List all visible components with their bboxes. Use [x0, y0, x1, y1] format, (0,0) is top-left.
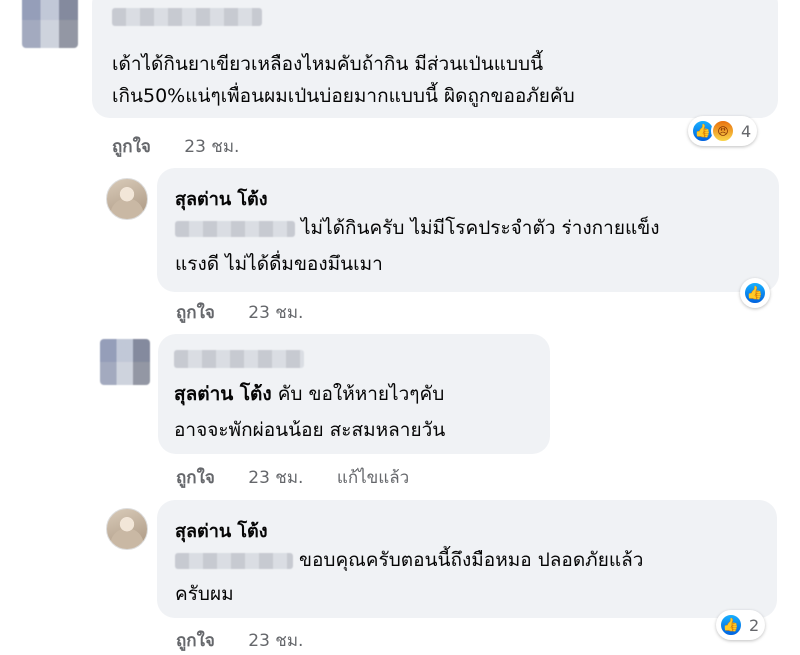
like-link[interactable]: ถูกใจ [176, 468, 215, 488]
comment-text: ขอบคุณครับตอนนี้ถึงมือหมอ ปลอดภัยแล้ว [175, 544, 643, 576]
reaction-summary[interactable]: 👍 [740, 278, 770, 308]
comment-text: ไม่ได้กินครับ ไม่มีโรคประจำตัว ร่างกายแข… [175, 212, 660, 244]
comment-actions: ถูกใจ 23 ชม. แก้ไขแล้ว [176, 464, 437, 491]
comment-actions: ถูกใจ 23 ชม. [176, 299, 331, 326]
like-icon: 👍 [743, 281, 767, 305]
comment-text: อาจจะพักผ่อนน้อย สะสมหลายวัน [174, 419, 446, 441]
reaction-count: 2 [749, 615, 760, 635]
blurred-mention [175, 220, 295, 237]
comment-bubble: สุลต่าน โต้ง คับ ขอให้หายไวๆคับ อาจจะพัก… [158, 334, 550, 454]
like-icon: 👍 [719, 613, 743, 637]
timestamp[interactable]: 23 ชม. [184, 137, 239, 157]
comment-bubble: สุลต่าน โต้ง ขอบคุณครับตอนนี้ถึงมือหมอ ป… [157, 500, 777, 618]
comment-text: เด้าได้กินยาเขียวเหลืองไหมคับถ้ากิน มีส่… [112, 53, 544, 75]
avatar[interactable] [100, 339, 150, 385]
comment-actions: ถูกใจ 23 ชม. [112, 133, 267, 160]
author-name[interactable]: สุลต่าน โต้ง [175, 184, 268, 213]
avatar[interactable] [106, 178, 148, 220]
timestamp[interactable]: 23 ชม. [248, 631, 303, 651]
reaction-summary[interactable]: 👍 😠 4 [688, 116, 758, 146]
blurred-name [174, 350, 304, 368]
avatar[interactable] [106, 508, 148, 550]
comment-text: สุลต่าน โต้ง คับ ขอให้หายไวๆคับ [174, 383, 445, 405]
comment-text: เกิน50%แน่ๆเพื่อนผมเป่นบ่อยมากแบบนี้ ผิด… [112, 85, 575, 107]
comment-actions: ถูกใจ 23 ชม. [176, 627, 331, 654]
like-link[interactable]: ถูกใจ [176, 303, 215, 323]
timestamp[interactable]: 23 ชม. [248, 468, 303, 488]
comment-text: ครับผม [175, 583, 234, 605]
mention-link[interactable]: สุลต่าน โต้ง [174, 383, 272, 405]
blurred-mention [175, 552, 293, 569]
angry-icon: 😠 [711, 119, 735, 143]
comment-text: แรงดี ไม่ได้ดื่มของมึนเมา [175, 253, 383, 275]
comment-bubble: เด้าได้กินยาเขียวเหลืองไหมคับถ้ากิน มีส่… [92, 0, 778, 118]
timestamp[interactable]: 23 ชม. [248, 303, 303, 323]
author-name[interactable]: สุลต่าน โต้ง [175, 516, 268, 545]
like-link[interactable]: ถูกใจ [176, 631, 215, 651]
reaction-summary[interactable]: 👍 2 [716, 610, 766, 640]
edited-label: แก้ไขแล้ว [336, 468, 410, 488]
blurred-name [112, 8, 262, 26]
like-link[interactable]: ถูกใจ [112, 137, 151, 157]
comment-bubble: สุลต่าน โต้ง ไม่ได้กินครับ ไม่มีโรคประจำ… [157, 168, 779, 292]
avatar[interactable] [22, 0, 78, 48]
reaction-count: 4 [741, 121, 752, 141]
